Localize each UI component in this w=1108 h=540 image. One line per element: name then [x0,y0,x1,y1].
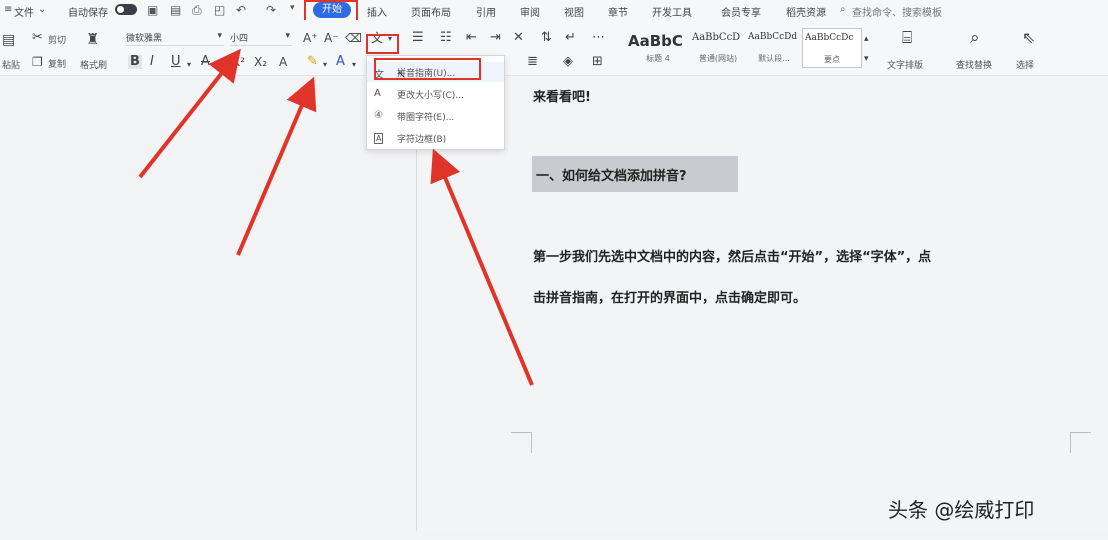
annotation-arrows [138,48,534,386]
watermark: 头条 @绘威打印 [888,498,1035,522]
arrow-to-font-size [138,48,241,179]
arrow-to-pinyin-menu [430,148,534,386]
arrow-to-highlight [236,76,317,256]
